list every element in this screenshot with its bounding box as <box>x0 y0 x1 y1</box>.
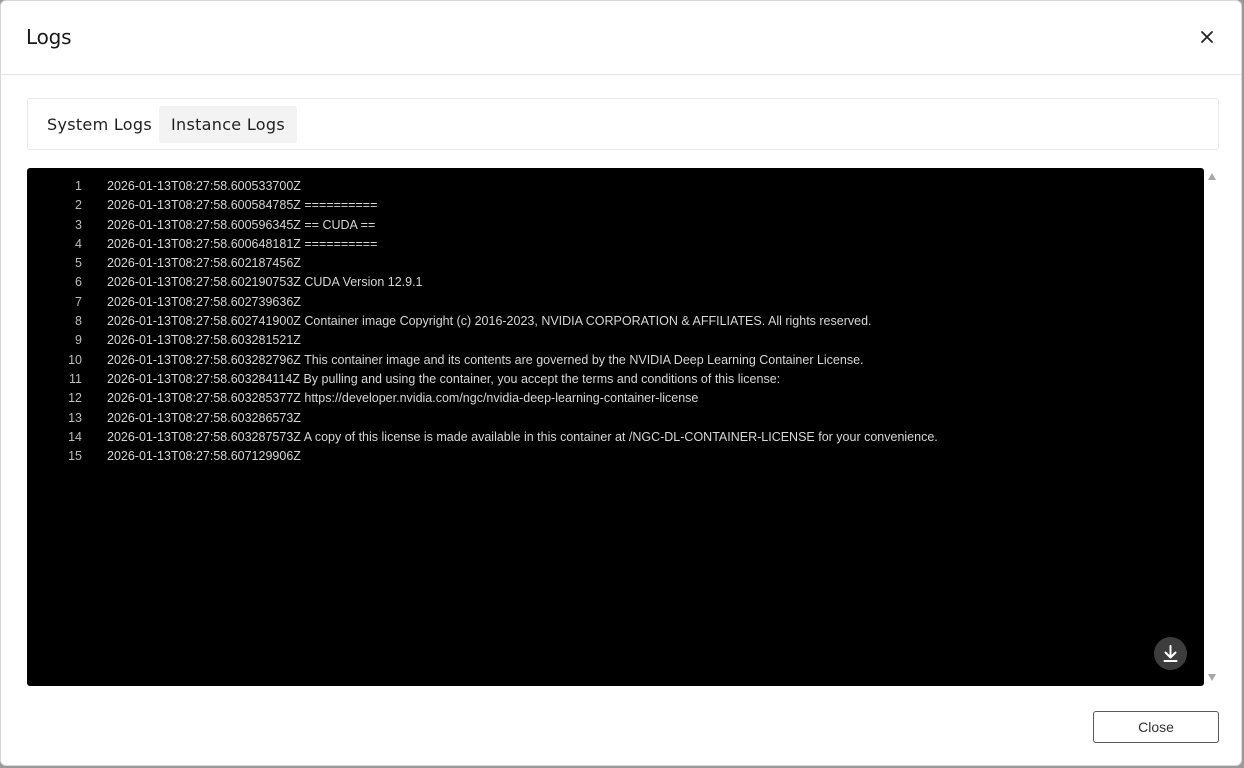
line-number: 15 <box>68 449 82 464</box>
line-number: 14 <box>68 429 82 444</box>
log-tabs: System Logs Instance Logs <box>27 98 1219 150</box>
download-icon <box>1163 645 1178 662</box>
line-number: 2 <box>75 198 82 213</box>
line-number: 10 <box>68 352 82 367</box>
log-text: 2026-01-13T08:27:58.603282796Z This cont… <box>107 352 864 367</box>
log-line: 1 2026-01-13T08:27:58.600533700Z <box>27 177 1204 196</box>
log-text: 2026-01-13T08:27:58.607129906Z <box>107 449 301 464</box>
line-number: 11 <box>69 371 82 386</box>
line-number: 13 <box>68 410 82 425</box>
log-text: 2026-01-13T08:27:58.603281521Z <box>107 333 301 348</box>
tab-instance-logs[interactable]: Instance Logs <box>159 106 297 143</box>
log-text: 2026-01-13T08:27:58.603286573Z <box>107 410 301 425</box>
log-line: 14 2026-01-13T08:27:58.603287573Z A copy … <box>27 428 1204 447</box>
line-number: 1 <box>75 179 82 193</box>
scroll-up-icon[interactable] <box>1208 173 1216 180</box>
log-line: 10 2026-01-13T08:27:58.603282796Z This co… <box>27 351 1204 370</box>
dialog-header: Logs <box>1 1 1241 75</box>
download-button[interactable] <box>1154 637 1187 670</box>
log-text: 2026-01-13T08:27:58.603284114Z By pullin… <box>107 371 781 386</box>
log-text: 2026-01-13T08:27:58.602190753Z CUDA Vers… <box>107 275 423 290</box>
line-number: 7 <box>75 294 82 309</box>
log-lines: 1 2026-01-13T08:27:58.600533700Z 2 2026-01-… <box>27 177 1204 466</box>
line-number: 9 <box>75 333 82 348</box>
scroll-down-icon[interactable] <box>1208 674 1216 681</box>
line-number: 5 <box>75 256 82 271</box>
log-line: 13 2026-01-13T08:27:58.603286573Z <box>27 409 1204 428</box>
log-line: 2 2026-01-13T08:27:58.600584785Z ========… <box>27 196 1204 215</box>
log-text: 2026-01-13T08:27:58.603285377Z https://d… <box>107 391 699 406</box>
log-text: 2026-01-13T08:27:58.602741900Z Container… <box>107 314 872 329</box>
log-line: 8 2026-01-13T08:27:58.602741900Z Containe… <box>27 312 1204 331</box>
log-line: 6 2026-01-13T08:27:58.602190753Z CUDA Ver… <box>27 273 1204 292</box>
line-number: 3 <box>75 217 82 232</box>
close-icon[interactable] <box>1195 25 1219 49</box>
line-number: 8 <box>75 314 82 329</box>
log-console[interactable]: 1 2026-01-13T08:27:58.600533700Z 2 2026-01-… <box>27 168 1204 686</box>
log-line: 12 2026-01-13T08:27:58.603285377Z https:/… <box>27 389 1204 408</box>
log-text: 2026-01-13T08:27:58.603287573Z A copy of… <box>107 429 938 444</box>
log-text: 2026-01-13T08:27:58.602739636Z <box>107 294 301 309</box>
log-line: 4 2026-01-13T08:27:58.600648181Z ========… <box>27 235 1204 254</box>
line-number: 4 <box>75 236 82 251</box>
log-text: 2026-01-13T08:27:58.600584785Z =========… <box>107 198 378 213</box>
log-line: 11 2026-01-13T08:27:58.603284114Z By pull… <box>27 370 1204 389</box>
line-number: 6 <box>75 275 82 290</box>
log-text: 2026-01-13T08:27:58.602187456Z <box>107 256 301 271</box>
logs-dialog: Logs System Logs Instance Logs 1 2026-01-… <box>0 0 1242 766</box>
dialog-title: Logs <box>26 25 72 49</box>
log-text: 2026-01-13T08:27:58.600596345Z == CUDA =… <box>107 217 376 232</box>
log-line: 7 2026-01-13T08:27:58.602739636Z <box>27 293 1204 312</box>
close-button[interactable]: Close <box>1093 711 1219 743</box>
log-text: 2026-01-13T08:27:58.600648181Z =========… <box>107 236 378 251</box>
console-scrollbar[interactable] <box>1204 168 1220 686</box>
log-line: 5 2026-01-13T08:27:58.602187456Z <box>27 254 1204 273</box>
log-line: 15 2026-01-13T08:27:58.607129906Z <box>27 447 1204 466</box>
line-number: 12 <box>68 391 82 406</box>
tab-system-logs[interactable]: System Logs <box>35 106 164 143</box>
log-line: 3 2026-01-13T08:27:58.600596345Z == CUDA … <box>27 216 1204 235</box>
log-text: 2026-01-13T08:27:58.600533700Z <box>107 179 301 193</box>
log-line: 9 2026-01-13T08:27:58.603281521Z <box>27 331 1204 350</box>
